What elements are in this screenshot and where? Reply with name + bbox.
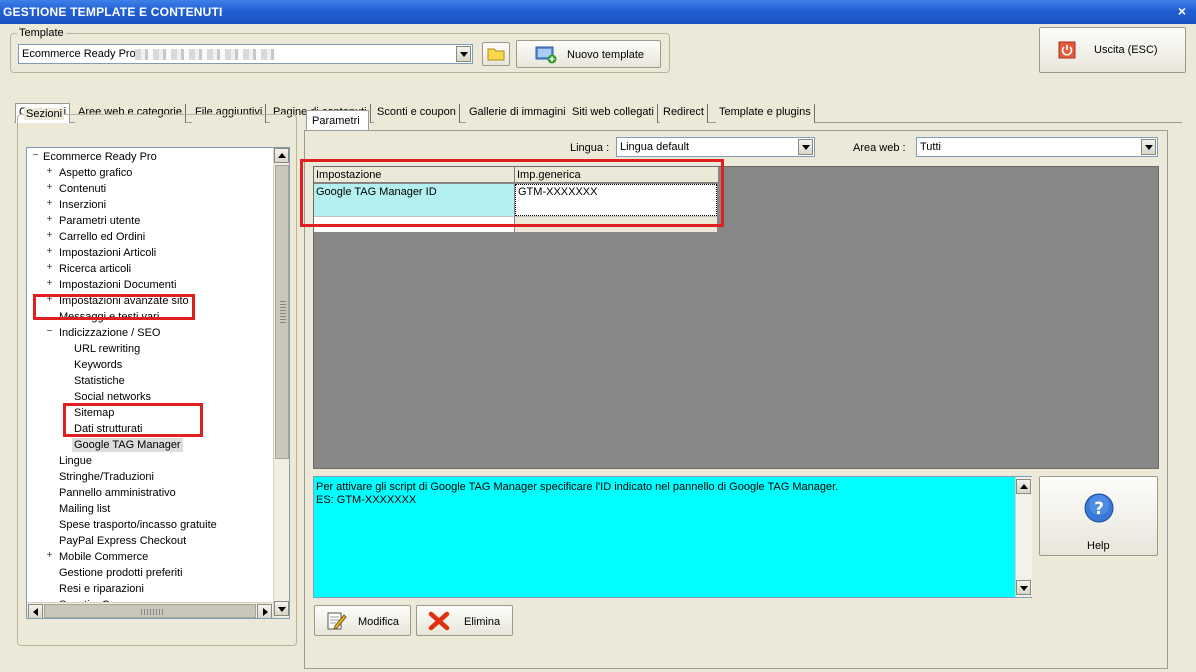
folder-icon (487, 48, 505, 61)
tab-gallerie[interactable]: Gallerie di immagini (466, 104, 570, 123)
client-area: Template Ecommerce Ready Pro Nuovo templ… (2, 24, 1194, 670)
tree-expander-icon[interactable]: + (45, 551, 54, 561)
tree-item-contenuti[interactable]: Contenuti (59, 182, 106, 196)
highlight-grid-row (300, 159, 724, 227)
open-folder-button[interactable] (482, 42, 510, 66)
window-title: GESTIONE TEMPLATE E CONTENUTI (3, 5, 223, 19)
tree-item-impostazioni-articoli[interactable]: Impostazioni Articoli (59, 246, 156, 260)
tab-sconti-coupon[interactable]: Sconti e coupon (374, 104, 460, 123)
help-icon: ? (1084, 493, 1114, 523)
grip-icon (280, 301, 286, 323)
modify-label: Modifica (358, 616, 399, 628)
highlight-gtm-node (63, 403, 203, 437)
add-template-icon (535, 46, 557, 64)
description-box[interactable]: Per attivare gli script di Google TAG Ma… (313, 476, 1032, 598)
tab-template-plugins[interactable]: Template e plugins (716, 104, 815, 123)
tree-expander-icon[interactable]: + (45, 247, 54, 257)
tree-expander-icon[interactable]: + (45, 167, 54, 177)
tree-item-statistiche[interactable]: Statistiche (74, 374, 125, 388)
tree-item-paypal-express-checkout[interactable]: PayPal Express Checkout (59, 534, 186, 548)
chevron-down-icon[interactable] (798, 139, 813, 155)
tree-vertical-scrollbar[interactable] (273, 148, 289, 618)
new-template-button[interactable]: Nuovo template (516, 40, 661, 68)
tree-expander-icon[interactable]: + (45, 231, 54, 241)
new-template-label: Nuovo template (567, 49, 645, 61)
tree-item-google-tag-manager[interactable]: Google TAG Manager (72, 438, 183, 452)
hscroll-thumb[interactable] (44, 604, 256, 618)
tree-expander-icon[interactable]: − (45, 327, 54, 337)
tree-item-gestione-prodotti-preferiti[interactable]: Gestione prodotti preferiti (59, 566, 183, 580)
tree-item-ecommerce-ready-pro[interactable]: Ecommerce Ready Pro (43, 150, 157, 164)
tree-item-mailing-list[interactable]: Mailing list (59, 502, 110, 516)
highlight-seo-node (33, 294, 195, 320)
tree-item-lingue[interactable]: Lingue (59, 454, 92, 468)
tree-item-pannello-amministrativo[interactable]: Pannello amministrativo (59, 486, 176, 500)
template-select[interactable]: Ecommerce Ready Pro (18, 44, 473, 64)
tree-expander-icon[interactable]: + (45, 263, 54, 273)
scroll-up-button[interactable] (274, 148, 289, 163)
tree-item-ricerca-articoli[interactable]: Ricerca articoli (59, 262, 131, 276)
tree-expander-icon[interactable]: + (45, 215, 54, 225)
tree-item-social-networks[interactable]: Social networks (74, 390, 151, 404)
area-web-select[interactable]: Tutti (916, 137, 1158, 157)
tree-item-impostazioni-documenti[interactable]: Impostazioni Documenti (59, 278, 176, 292)
scroll-left-button[interactable] (28, 604, 43, 618)
tree-expander-icon[interactable]: + (45, 183, 54, 193)
tree-expander-icon[interactable]: − (31, 151, 40, 161)
scroll-down-button[interactable] (274, 601, 289, 616)
tree-item-url-rewriting[interactable]: URL rewriting (74, 342, 140, 356)
tab-redirect[interactable]: Redirect (660, 104, 708, 123)
power-icon (1058, 41, 1076, 59)
tab-siti-collegati[interactable]: Siti web collegati (569, 104, 658, 123)
modify-button[interactable]: Modifica (314, 605, 411, 636)
sections-legend: Sezioni (24, 108, 65, 120)
close-icon[interactable]: × (1174, 3, 1190, 19)
help-label: Help (1087, 540, 1110, 552)
area-web-value: Tutti (920, 141, 941, 153)
tree-expander-icon[interactable]: + (45, 279, 54, 289)
tree-item-stringhe-traduzioni[interactable]: Stringhe/Traduzioni (59, 470, 154, 484)
tree-item-inserzioni[interactable]: Inserzioni (59, 198, 106, 212)
tree-item-indicizzazione-seo[interactable]: Indicizzazione / SEO (59, 326, 161, 340)
edit-icon (327, 612, 347, 630)
scroll-down-button[interactable] (1016, 580, 1031, 595)
tree-item-aspetto-grafico[interactable]: Aspetto grafico (59, 166, 132, 180)
tree-item-keywords[interactable]: Keywords (74, 358, 122, 372)
description-line-2: ES: GTM-XXXXXXX (316, 494, 417, 506)
area-web-label: Area web : (853, 142, 906, 154)
chevron-down-icon[interactable] (1141, 139, 1156, 155)
title-bar: GESTIONE TEMPLATE E CONTENUTI × (0, 0, 1196, 24)
lingua-select[interactable]: Lingua default (616, 137, 815, 157)
delete-icon (428, 611, 450, 631)
delete-button[interactable]: Elimina (416, 605, 513, 636)
template-select-value: Ecommerce Ready Pro (22, 48, 136, 60)
sections-tree[interactable]: − Ecommerce Ready Pro + Aspetto grafico + Con… (26, 147, 290, 619)
svg-text:?: ? (1094, 499, 1104, 519)
scroll-thumb[interactable] (275, 165, 289, 459)
tree-item-spese-trasporto-incasso-gratuite[interactable]: Spese trasporto/incasso gratuite (59, 518, 217, 532)
scroll-up-button[interactable] (1016, 479, 1031, 494)
tree-horizontal-scrollbar[interactable] (27, 602, 273, 618)
tree-item-resi-e-riparazioni[interactable]: Resi e riparazioni (59, 582, 144, 596)
chevron-down-icon[interactable] (456, 46, 471, 62)
tree-item-parametri-utente[interactable]: Parametri utente (59, 214, 140, 228)
tree-expander-icon[interactable]: + (45, 199, 54, 209)
lingua-value: Lingua default (620, 141, 690, 153)
help-button[interactable]: ? Help (1039, 476, 1158, 556)
description-line-1: Per attivare gli script di Google TAG Ma… (316, 481, 839, 493)
redacted-text (135, 49, 275, 60)
delete-label: Elimina (464, 616, 501, 628)
tree-item-carrello-ed-ordini[interactable]: Carrello ed Ordini (59, 230, 145, 244)
description-scrollbar[interactable] (1015, 477, 1032, 597)
params-tab[interactable]: Parametri (306, 110, 369, 131)
exit-button[interactable]: Uscita (ESC) (1039, 27, 1186, 73)
params-tab-label: Parametri (312, 115, 360, 127)
template-legend: Template (17, 27, 66, 39)
exit-label: Uscita (ESC) (1094, 44, 1158, 56)
grip-icon (141, 609, 163, 615)
tree-item-mobile-commerce[interactable]: Mobile Commerce (59, 550, 148, 564)
lingua-label: Lingua : (570, 142, 610, 154)
scroll-right-button[interactable] (257, 604, 272, 618)
